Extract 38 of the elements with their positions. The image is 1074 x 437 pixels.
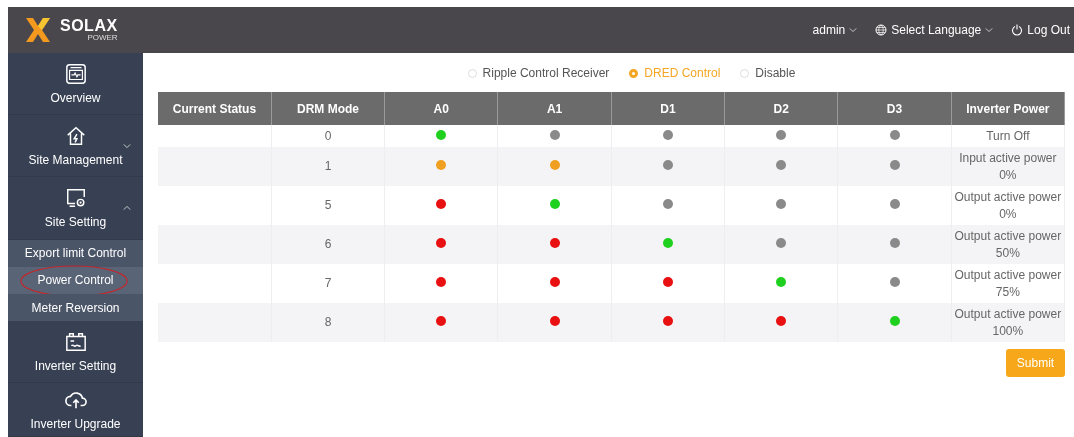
- nav-item[interactable]: Overview: [8, 53, 143, 116]
- monitor-gear-icon: [64, 186, 87, 209]
- table-cell: Input active power 0%: [951, 147, 1065, 186]
- column-header: DRM Mode: [271, 92, 385, 125]
- mode-radio[interactable]: Ripple Control Receiver: [467, 66, 610, 80]
- nav-item[interactable]: Site Management: [8, 115, 143, 178]
- power-icon: [1011, 24, 1024, 36]
- mode-radio[interactable]: Disable: [740, 66, 796, 80]
- monitor-icon: [64, 62, 87, 85]
- chevron-down-icon: [849, 27, 858, 33]
- column-header: A1: [497, 92, 612, 125]
- table-cell: Output active power 50%: [951, 225, 1065, 264]
- nav-item[interactable]: Site Setting: [8, 177, 143, 240]
- column-header: A0: [384, 92, 498, 125]
- table-cell: 6: [271, 225, 385, 264]
- column-header: D2: [724, 92, 838, 125]
- house-bolt-icon: [64, 124, 87, 147]
- table-cell: 8: [271, 303, 385, 342]
- globe-icon: [875, 24, 888, 36]
- logo-x-icon: [24, 16, 52, 44]
- submenu-item[interactable]: Export limit Control: [8, 239, 143, 267]
- table-cell: Output active power 100%: [951, 303, 1065, 342]
- column-header: Current Status: [158, 92, 272, 125]
- logout-button[interactable]: Log Out: [1011, 23, 1070, 37]
- column-header: D3: [837, 92, 952, 125]
- nav-item[interactable]: Inverter Setting: [8, 321, 143, 384]
- submenu-item[interactable]: Meter Reversion: [8, 293, 143, 322]
- column-header: D1: [611, 92, 725, 125]
- logo-wordmark: SOLAX: [60, 18, 118, 34]
- logo-subtitle: POWER: [87, 34, 118, 42]
- language-menu[interactable]: Select Language: [875, 23, 994, 37]
- chevron-down-icon: [985, 27, 994, 33]
- battery-icon: [64, 330, 87, 353]
- table-cell: 1: [271, 147, 385, 186]
- user-menu[interactable]: admin: [812, 23, 858, 37]
- nav-item[interactable]: Inverter Upgrade: [8, 383, 143, 437]
- column-header: Inverter Power: [951, 92, 1065, 125]
- submenu-item[interactable]: Power Control: [8, 266, 143, 294]
